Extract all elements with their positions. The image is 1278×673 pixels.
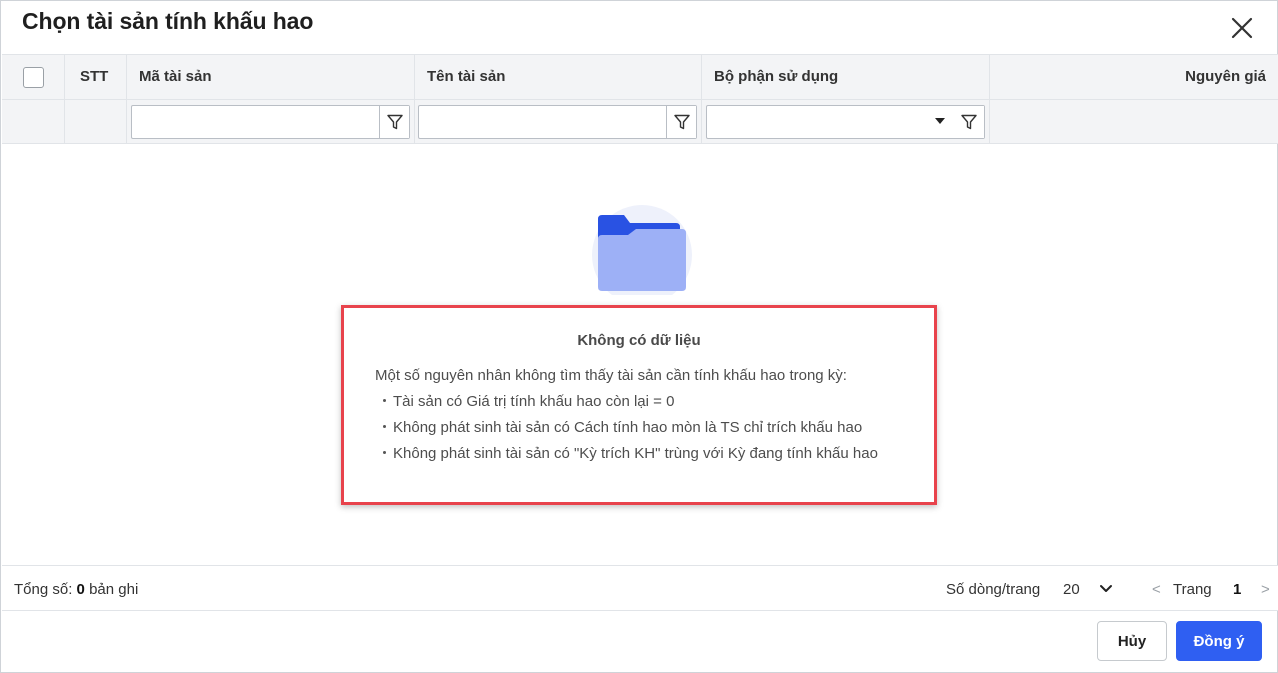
dialog-title: Chọn tài sản tính khấu hao [22, 8, 314, 34]
prev-page-button[interactable]: < [1152, 581, 1161, 598]
total-records: Tổng số: 0 bản ghi [14, 581, 138, 598]
column-divider [701, 100, 702, 143]
department-filter-button[interactable] [954, 106, 984, 138]
bullet-icon [383, 450, 386, 454]
reason-text: Tài sản có Giá trị tính khấu hao còn lại… [393, 393, 675, 410]
table-header: STT Mã tài sản Tên tài sản Bộ phận sử dụ… [2, 54, 1278, 100]
column-divider [701, 55, 702, 99]
empty-state-reason: Không phát sinh tài sản có Cách tính hao… [383, 419, 862, 436]
column-header-asset-name[interactable]: Tên tài sản [427, 68, 505, 85]
asset-code-filter-input[interactable] [132, 106, 409, 138]
asset-name-filter [418, 105, 697, 139]
empty-state-message: Không có dữ liệu Một số nguyên nhân khôn… [341, 305, 937, 505]
rows-per-page-select[interactable]: 20 [1063, 578, 1115, 600]
rows-per-page-value: 20 [1063, 581, 1080, 598]
page-label: Trang [1173, 581, 1212, 598]
total-unit: bản ghi [89, 581, 139, 598]
asset-code-filter-button[interactable] [379, 106, 409, 138]
close-button[interactable] [1227, 13, 1257, 43]
bullet-icon [383, 398, 386, 402]
cancel-button[interactable]: Hủy [1097, 621, 1167, 661]
column-header-original-price[interactable]: Nguyên giá [1185, 68, 1266, 85]
column-divider [64, 100, 65, 143]
reason-text: Không phát sinh tài sản có "Kỳ trích KH"… [393, 445, 878, 462]
column-header-department[interactable]: Bộ phận sử dụng [714, 68, 838, 85]
total-label: Tổng số: [14, 581, 73, 598]
column-divider [126, 55, 127, 99]
filter-icon [961, 114, 977, 130]
reason-text: Không phát sinh tài sản có Cách tính hao… [393, 419, 863, 436]
folder-icon [592, 205, 692, 295]
empty-state-title: Không có dữ liệu [577, 332, 701, 349]
column-header-stt[interactable]: STT [80, 68, 108, 85]
confirm-button[interactable]: Đồng ý [1176, 621, 1262, 661]
bullet-icon [383, 424, 386, 428]
filter-icon [673, 114, 690, 130]
column-divider [414, 55, 415, 99]
chevron-down-icon[interactable] [935, 118, 945, 124]
next-page-button[interactable]: > [1261, 581, 1270, 598]
empty-state-reason: Tài sản có Giá trị tính khấu hao còn lại… [383, 393, 674, 410]
asset-name-filter-button[interactable] [666, 106, 696, 138]
department-filter [706, 105, 985, 139]
rows-per-page-label: Số dòng/trang [946, 581, 1041, 598]
select-all-checkbox[interactable] [23, 67, 44, 88]
filter-icon [386, 114, 403, 130]
empty-state-intro: Một số nguyên nhân không tìm thấy tài sả… [375, 367, 847, 384]
column-header-asset-code[interactable]: Mã tài sản [139, 68, 212, 85]
filter-row [2, 100, 1278, 144]
dialog: Chọn tài sản tính khấu hao STT Mã tài sả… [0, 0, 1278, 673]
column-divider [414, 100, 415, 143]
close-icon [1231, 17, 1253, 39]
page-number: 1 [1233, 581, 1242, 598]
asset-code-filter [131, 105, 410, 139]
column-divider [64, 55, 65, 99]
column-divider [989, 55, 990, 99]
total-count: 0 [76, 581, 85, 598]
empty-state-reason: Không phát sinh tài sản có "Kỳ trích KH"… [383, 445, 878, 462]
asset-name-filter-input[interactable] [419, 106, 696, 138]
pagination-bar: Tổng số: 0 bản ghi Số dòng/trang 20 < Tr… [2, 565, 1278, 611]
column-divider [989, 100, 990, 143]
column-divider [126, 100, 127, 143]
chevron-down-icon [1100, 585, 1112, 592]
